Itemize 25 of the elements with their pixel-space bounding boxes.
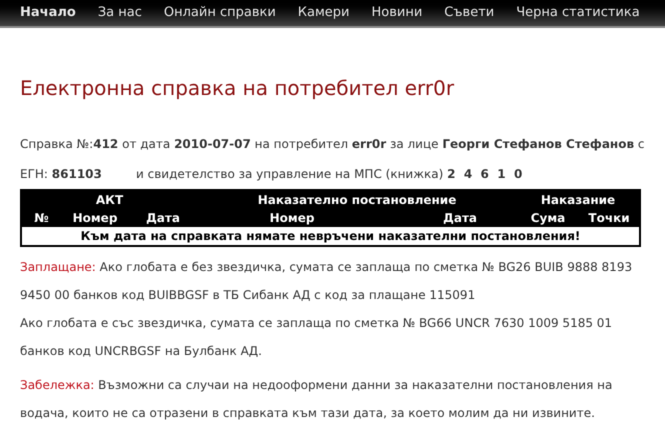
column-header: Точки — [588, 211, 630, 225]
column-header: Сума — [530, 211, 566, 225]
nav-link[interactable]: Камери — [290, 3, 358, 23]
note-paragraph: Ако глобата е със звездичка, сумата се заплаща по сметка № BG66 UNCR 7630 1009 5185 01 банков код UNCRBGSF на Булбанк АД. — [20, 315, 614, 360]
empty-message: Към дата на справката нямате невръчени наказателни постановления! — [80, 229, 580, 243]
nav-link[interactable]: Новини — [363, 3, 430, 23]
nav-link[interactable]: Онлайн справки — [156, 3, 284, 23]
note-paragraph: Заплащане: Ако глобата е без звездичка, сумата се заплаща по сметка № BG26 BUIB 9888 8193 9450 00 банков код BUIBBGSF в ТБ Сибанк АД с код за плащане 115091 — [20, 259, 634, 304]
column-header: Дата — [443, 211, 478, 225]
license-text: и свидетелство за управление на МПС (книжка) 2 4 6 1 0 — [136, 166, 522, 183]
nav-link[interactable]: За нас — [90, 3, 150, 23]
column-header: Дата — [146, 211, 180, 225]
group-header: АКТ — [96, 193, 124, 207]
page-title: Електронна справка на потребител err0r — [20, 75, 456, 102]
nav-link[interactable]: Начало — [12, 3, 84, 23]
report-line: Справка №:412 от дата 2010-07-07 на потребител err0r за лице Георги Стефанов Стефанов с — [20, 136, 645, 153]
egn-text: ЕГН: 861103 — [20, 166, 103, 183]
column-header: Номер — [72, 211, 118, 225]
nav-link[interactable]: Черна статистика — [508, 3, 648, 23]
group-header: Наказание — [540, 193, 616, 207]
column-header: Номер — [270, 211, 314, 225]
group-header: Наказателно постановление — [258, 193, 456, 207]
column-header: № — [34, 211, 49, 225]
note-paragraph: Забележка: Възможни са случаи на недооформени данни за наказателни постановления на водача, които не са отразени в справката към тази дата, за което молим да ни извините. — [20, 377, 614, 422]
nav-link[interactable]: Съвети — [436, 3, 502, 23]
